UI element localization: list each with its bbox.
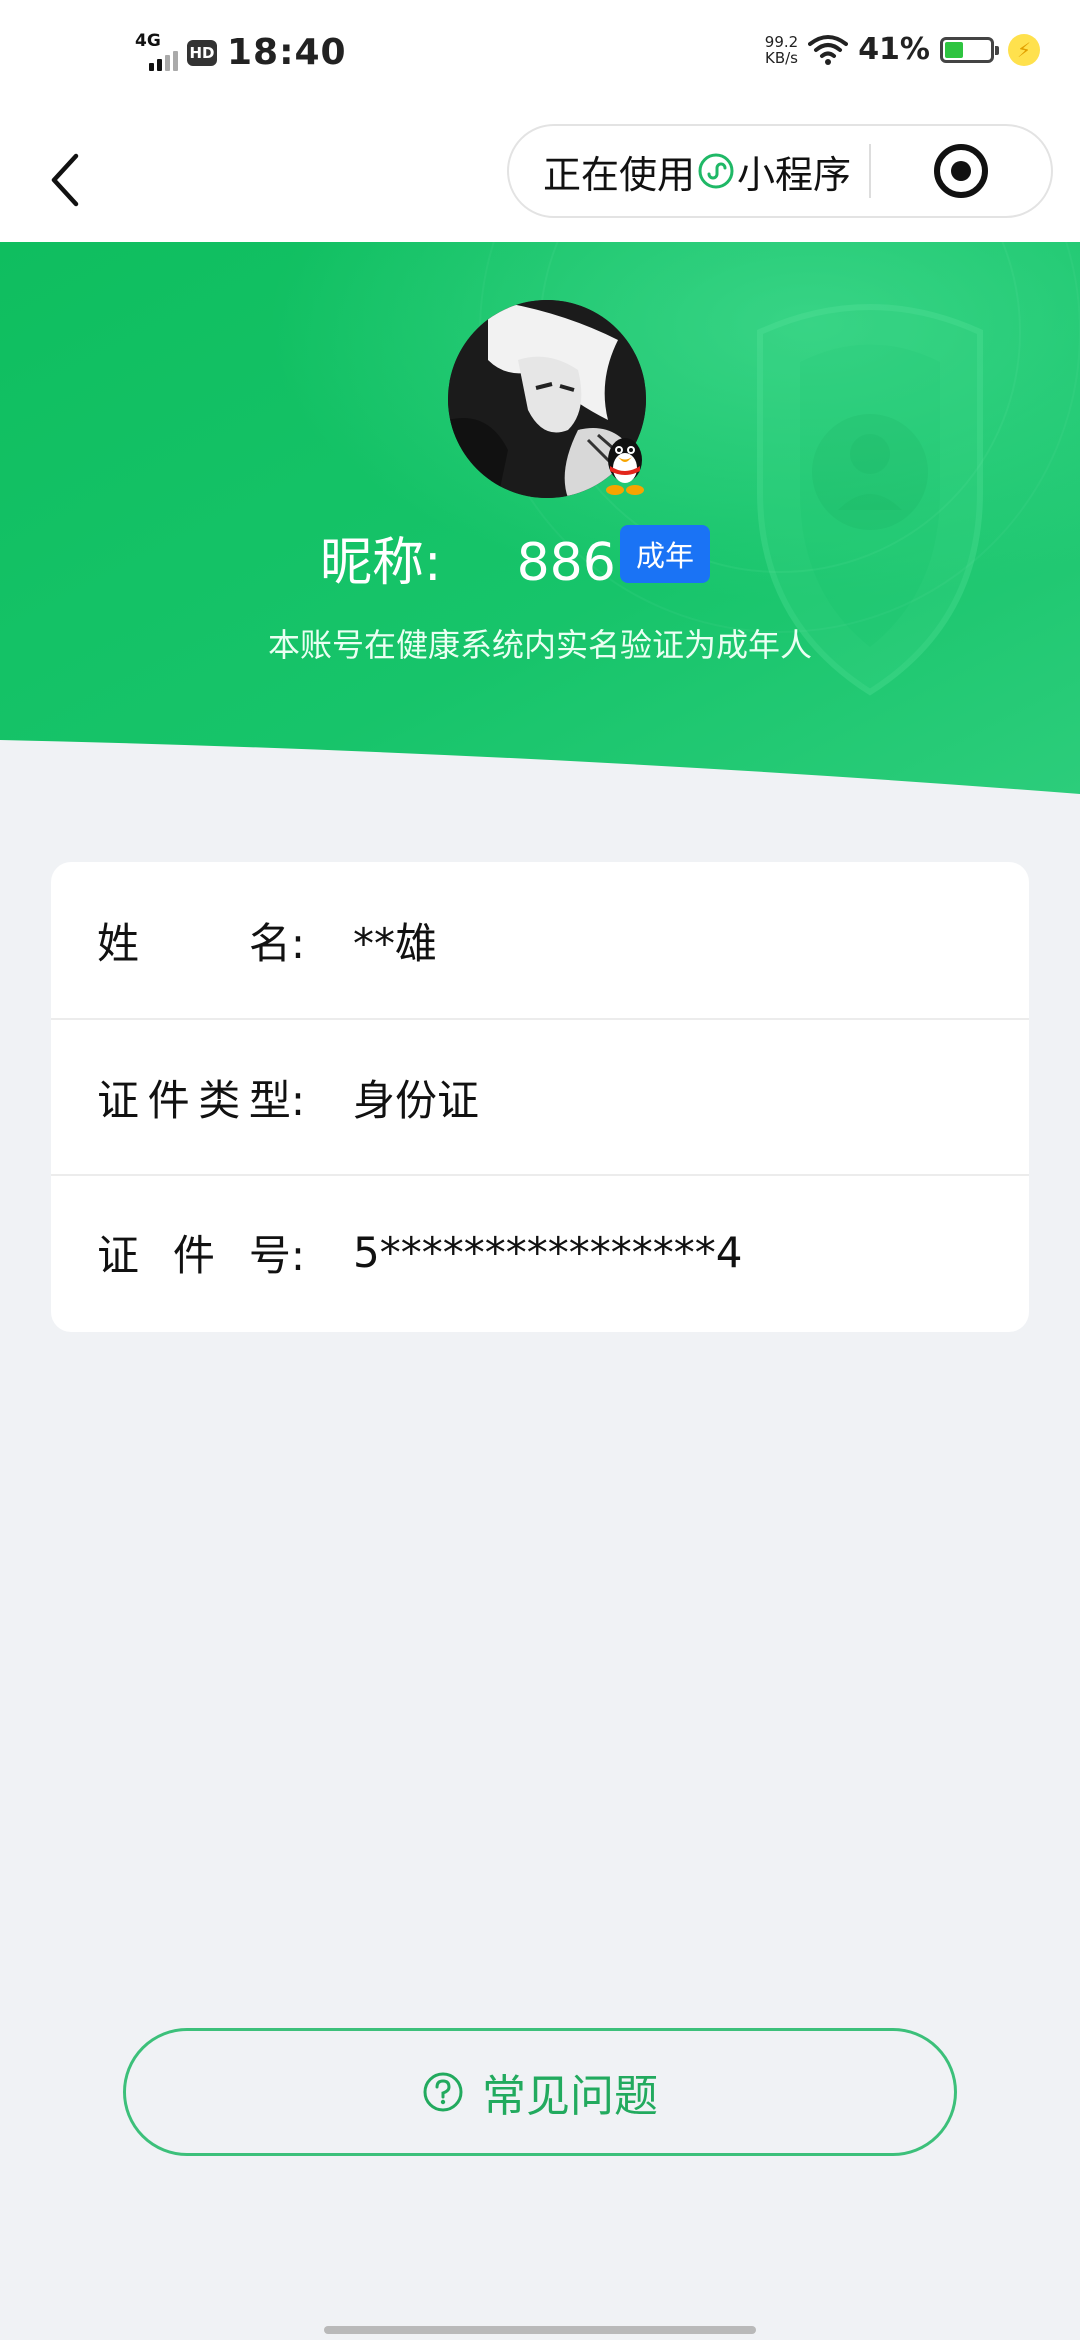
target-icon	[934, 144, 989, 198]
qq-penguin-icon	[606, 438, 644, 495]
net-speed: 99.2 KB/s	[765, 34, 798, 66]
status-bar: 4G HD 18:40 99.2 KB/s 41% ⚡	[0, 0, 1080, 120]
label-char: 型:	[248, 1075, 305, 1125]
verify-text: 本账号在健康系统内实名验证为成年人	[267, 626, 812, 664]
status-right: 99.2 KB/s 41% ⚡	[765, 32, 1040, 67]
info-row-name: 姓 名: **雄	[51, 862, 1029, 1018]
home-indicator[interactable]	[324, 2326, 756, 2334]
age-badge: 成年	[620, 525, 710, 583]
network-type: 4G	[135, 30, 161, 51]
net-speed-value: 99.2	[764, 32, 799, 51]
label-char: 件	[147, 1075, 190, 1125]
info-value-id-number: 5****************4	[353, 1227, 743, 1277]
label-char: 姓	[97, 918, 140, 968]
profile-header: 昵称: 886 成年 本账号在健康系统内实名验证为成年人	[0, 242, 1080, 794]
mini-program-icon	[697, 152, 735, 190]
info-label-id-type: 证 件 类 型:	[97, 1067, 353, 1128]
charging-icon: ⚡	[1008, 33, 1040, 66]
battery-percent: 41%	[858, 32, 930, 67]
label-char: 证	[97, 1075, 140, 1125]
hd-icon: HD	[187, 39, 217, 66]
faq-button[interactable]: 常见问题	[123, 2028, 957, 2156]
nav-bar: 正在使用 小程序	[0, 120, 1080, 242]
capsule-suffix: 小程序	[737, 152, 852, 197]
capsule-prefix: 正在使用	[543, 152, 696, 197]
battery-fill	[945, 41, 963, 58]
battery-icon	[940, 36, 999, 63]
mini-program-capsule: 正在使用 小程序	[507, 124, 1053, 218]
faq-label: 常见问题	[482, 2071, 658, 2122]
nickname-label: 昵称:	[320, 533, 442, 593]
label-char: 类	[198, 1075, 241, 1125]
info-label-name: 姓 名:	[97, 910, 353, 971]
info-row-id-number: 证 件 号: 5****************4	[51, 1174, 1029, 1328]
question-circle-icon	[423, 2072, 463, 2112]
identity-info-card: 姓 名: **雄 证 件 类 型: 身份证 证 件 号: 5**********…	[51, 862, 1029, 1332]
label-char: 件	[172, 1230, 215, 1280]
nickname: 昵称: 886	[320, 520, 616, 595]
label-char: 号:	[248, 1230, 305, 1280]
net-speed-unit: KB/s	[764, 48, 798, 67]
chevron-left-icon	[51, 153, 79, 207]
info-label-id-number: 证 件 号:	[97, 1222, 353, 1283]
back-button[interactable]	[40, 140, 90, 220]
info-value-id-type: 身份证	[353, 1075, 480, 1125]
clock: 18:40	[227, 32, 347, 73]
info-value-name: **雄	[353, 918, 438, 968]
cell-signal-icon: 4G	[135, 30, 178, 73]
info-row-id-type: 证 件 类 型: 身份证	[51, 1018, 1029, 1174]
close-mini-program-button[interactable]	[871, 144, 1051, 198]
nickname-value: 886	[516, 533, 616, 593]
capsule-label[interactable]: 正在使用 小程序	[509, 144, 851, 199]
status-left: 4G HD 18:40	[135, 30, 347, 74]
label-char: 名:	[248, 918, 305, 968]
label-char: 证	[97, 1230, 140, 1280]
wifi-icon	[808, 34, 849, 65]
